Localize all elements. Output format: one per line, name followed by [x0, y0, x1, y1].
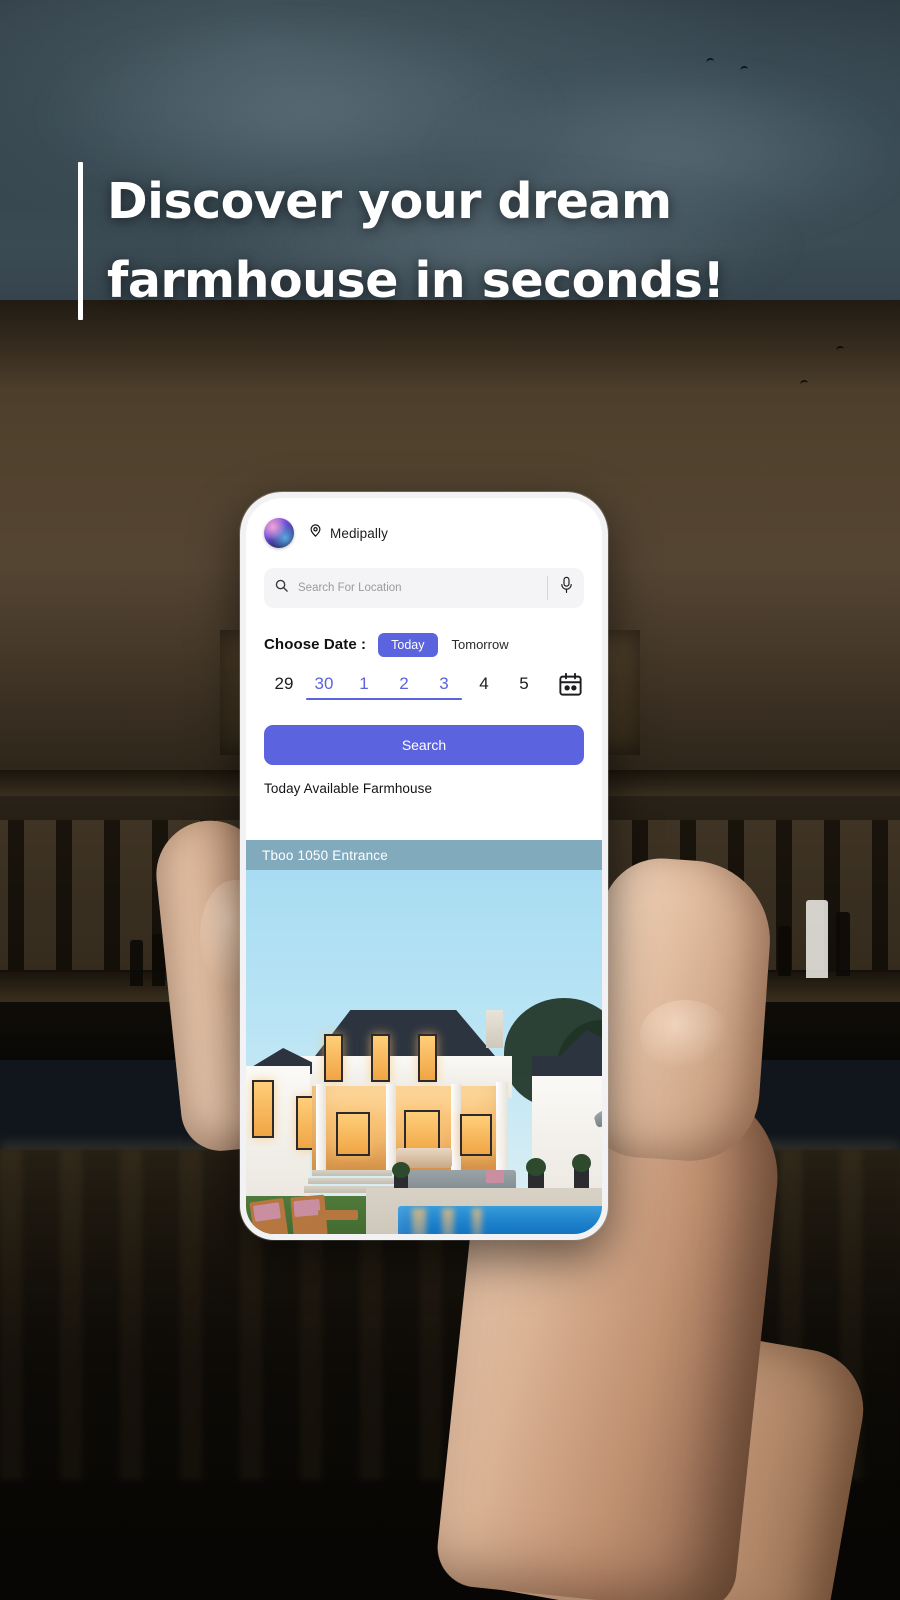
listing-title-bar: Tboo 1050 Entrance — [246, 840, 602, 870]
microphone-icon[interactable] — [559, 576, 574, 600]
map-pin-icon — [308, 523, 323, 543]
headline-accent-bar — [78, 162, 83, 320]
date-cell-4[interactable]: 4 — [464, 674, 504, 700]
hero-headline: Discover your dream farmhouse in seconds… — [78, 162, 778, 320]
crowd-figure — [130, 940, 143, 986]
crowd-figure — [806, 900, 828, 978]
date-cell-30[interactable]: 30 — [304, 674, 344, 700]
date-cell-1[interactable]: 1 — [344, 674, 384, 700]
date-cell-5[interactable]: 5 — [504, 674, 544, 700]
choose-date-row: Choose Date : Today Tomorrow — [264, 632, 584, 657]
listing-card[interactable]: Tboo 1050 Entrance — [246, 840, 602, 1234]
location-label: Medipally — [330, 525, 388, 541]
results-header: Today Available Farmhouse Compare 0 — [264, 781, 584, 812]
tab-today[interactable]: Today — [378, 632, 438, 657]
calendar-icon[interactable] — [557, 671, 584, 703]
app-header: Medipally — [246, 498, 602, 548]
headline-text: Discover your dream farmhouse in seconds… — [107, 162, 725, 320]
headline-line-2: farmhouse in seconds! — [107, 252, 725, 309]
crowd-figure — [778, 926, 791, 976]
search-input[interactable] — [289, 582, 543, 594]
date-range-underline — [306, 698, 462, 700]
search-button[interactable]: Search — [264, 725, 584, 765]
avatar[interactable] — [264, 518, 294, 548]
search-bar[interactable] — [264, 568, 584, 608]
location-selector[interactable]: Medipally — [308, 523, 388, 543]
phone-mockup: Medipally Choose Date : Tod — [240, 492, 608, 1240]
search-divider — [547, 576, 548, 600]
choose-date-label: Choose Date : — [264, 636, 367, 653]
compare-counter[interactable]: Compare 0 — [525, 798, 584, 812]
date-cell-29[interactable]: 29 — [264, 674, 304, 700]
tab-tomorrow[interactable]: Tomorrow — [450, 632, 511, 657]
headline-line-1: Discover your dream — [107, 173, 672, 230]
date-cell-2[interactable]: 2 — [384, 674, 424, 700]
results-section-title: Today Available Farmhouse — [264, 781, 433, 796]
date-cell-3[interactable]: 3 — [424, 674, 464, 700]
crowd-figure — [836, 912, 850, 976]
phone-screen: Medipally Choose Date : Tod — [246, 498, 602, 1234]
search-icon — [274, 578, 289, 598]
listing-title: Tboo 1050 Entrance — [262, 847, 388, 863]
date-selected-range: 30 1 2 3 — [304, 674, 464, 700]
knuckle-highlight — [640, 1000, 730, 1070]
listing-photo — [246, 870, 602, 1234]
date-strip: 29 30 1 2 3 4 5 — [264, 671, 584, 703]
